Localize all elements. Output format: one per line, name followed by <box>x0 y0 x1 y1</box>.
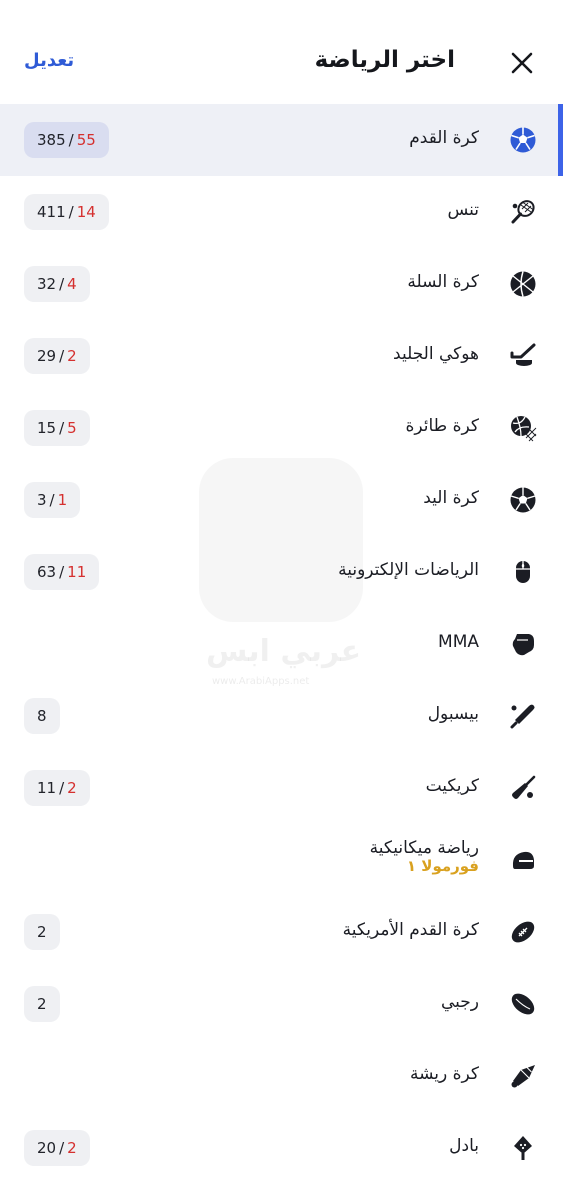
sport-label: كريكيت <box>425 776 479 796</box>
sport-row[interactable]: كرة القدم الأمريكية 2 <box>0 896 563 968</box>
total-count: 8 <box>37 707 47 725</box>
mma-glove-icon <box>509 630 537 658</box>
sport-label: كرة القدم <box>409 128 479 148</box>
soccer-ball-icon <box>509 126 537 154</box>
live-count: 5 <box>67 419 77 437</box>
event-count-badge: 3/1 <box>24 482 81 518</box>
count-separator: / <box>49 491 55 509</box>
event-count-badge: 20/2 <box>24 1130 90 1166</box>
total-count: 20 <box>37 1139 57 1157</box>
sport-label: كرة السلة <box>407 272 479 292</box>
total-count: 2 <box>37 995 47 1013</box>
live-count: 2 <box>67 779 77 797</box>
sport-row[interactable]: رجبي 2 <box>0 968 563 1040</box>
event-count-badge: 11/2 <box>24 770 90 806</box>
sport-label: رجبي <box>440 992 479 1012</box>
baseball-bat-icon <box>509 702 537 730</box>
count-separator: / <box>59 1139 65 1157</box>
sport-label: بيسبول <box>427 704 479 724</box>
handball-icon <box>509 486 537 514</box>
live-count: 11 <box>67 563 87 581</box>
sport-list: كرة القدم 385/55 تنس 411/14 كرة السلة 32/4 هوك… <box>0 104 563 1184</box>
sport-label: MMA <box>438 632 479 652</box>
event-count-badge: 2 <box>24 986 60 1022</box>
page-title: اختر الرياضة <box>314 47 455 73</box>
sport-row[interactable]: هوكي الجليد 29/2 <box>0 320 563 392</box>
total-count: 63 <box>37 563 57 581</box>
header: تعديل اختر الرياضة <box>0 0 563 104</box>
sport-row[interactable]: كرة السلة 32/4 <box>0 248 563 320</box>
mouse-icon <box>509 558 537 586</box>
event-count-badge: 8 <box>24 698 60 734</box>
event-count-badge: 15/5 <box>24 410 90 446</box>
sport-label: كرة القدم الأمريكية <box>342 920 479 940</box>
padel-icon <box>509 1134 537 1162</box>
total-count: 11 <box>37 779 57 797</box>
cricket-bat-icon <box>509 774 537 802</box>
live-count: 4 <box>67 275 77 293</box>
count-separator: / <box>59 419 65 437</box>
sport-row[interactable]: كرة طائرة 15/5 <box>0 392 563 464</box>
count-separator: / <box>68 131 74 149</box>
event-count-badge: 2 <box>24 914 60 950</box>
close-icon <box>511 52 533 74</box>
sport-row[interactable]: الرياضات الإلكترونية 63/11 <box>0 536 563 608</box>
edit-button[interactable]: تعديل <box>24 50 74 71</box>
ice-hockey-icon <box>509 342 537 370</box>
total-count: 32 <box>37 275 57 293</box>
live-count: 2 <box>67 347 77 365</box>
live-count: 55 <box>76 131 96 149</box>
count-separator: / <box>59 347 65 365</box>
total-count: 385 <box>37 131 66 149</box>
volleyball-icon <box>509 414 537 442</box>
event-count-badge: 411/14 <box>24 194 109 230</box>
total-count: 411 <box>37 203 66 221</box>
total-count: 2 <box>37 923 47 941</box>
live-count: 2 <box>67 1139 77 1157</box>
close-button[interactable] <box>507 48 537 78</box>
total-count: 15 <box>37 419 57 437</box>
sport-label: الرياضات الإلكترونية <box>338 560 479 580</box>
sport-row[interactable]: كرة اليد 3/1 <box>0 464 563 536</box>
count-separator: / <box>59 563 65 581</box>
sport-row[interactable]: MMA <box>0 608 563 680</box>
sport-row[interactable]: تنس 411/14 <box>0 176 563 248</box>
basketball-icon <box>509 270 537 298</box>
live-count: 1 <box>57 491 68 509</box>
sport-label: هوكي الجليد <box>393 344 479 364</box>
count-separator: / <box>59 275 65 293</box>
total-count: 3 <box>37 491 47 509</box>
shuttlecock-icon <box>509 1062 537 1090</box>
sport-label-group: رياضة ميكانيكية فورمولا ١ <box>370 838 479 875</box>
sport-row[interactable]: بيسبول 8 <box>0 680 563 752</box>
sport-row[interactable]: كريكيت 11/2 <box>0 752 563 824</box>
tennis-racket-icon <box>509 198 537 226</box>
event-count-badge: 29/2 <box>24 338 90 374</box>
live-count: 14 <box>76 203 96 221</box>
event-count-badge: 385/55 <box>24 122 109 158</box>
sport-label: كرة اليد <box>423 488 479 508</box>
sport-subtitle: فورمولا ١ <box>406 857 479 875</box>
racing-helmet-icon <box>509 846 537 874</box>
count-separator: / <box>68 203 74 221</box>
event-count-badge: 32/4 <box>24 266 90 302</box>
total-count: 29 <box>37 347 57 365</box>
sport-label: كرة طائرة <box>405 416 479 436</box>
event-count-badge: 63/11 <box>24 554 100 590</box>
sport-row[interactable]: كرة ريشة <box>0 1040 563 1112</box>
american-football-icon <box>509 918 537 946</box>
sport-row[interactable]: كرة القدم 385/55 <box>0 104 563 176</box>
sport-label: كرة ريشة <box>409 1064 479 1084</box>
rugby-ball-icon <box>509 990 537 1018</box>
sport-row[interactable]: بادل 20/2 <box>0 1112 563 1184</box>
sport-row[interactable]: رياضة ميكانيكية فورمولا ١ <box>0 824 563 896</box>
sport-label: تنس <box>447 200 479 220</box>
sport-label: رياضة ميكانيكية <box>369 838 479 858</box>
sport-label: بادل <box>449 1136 479 1156</box>
count-separator: / <box>59 779 65 797</box>
